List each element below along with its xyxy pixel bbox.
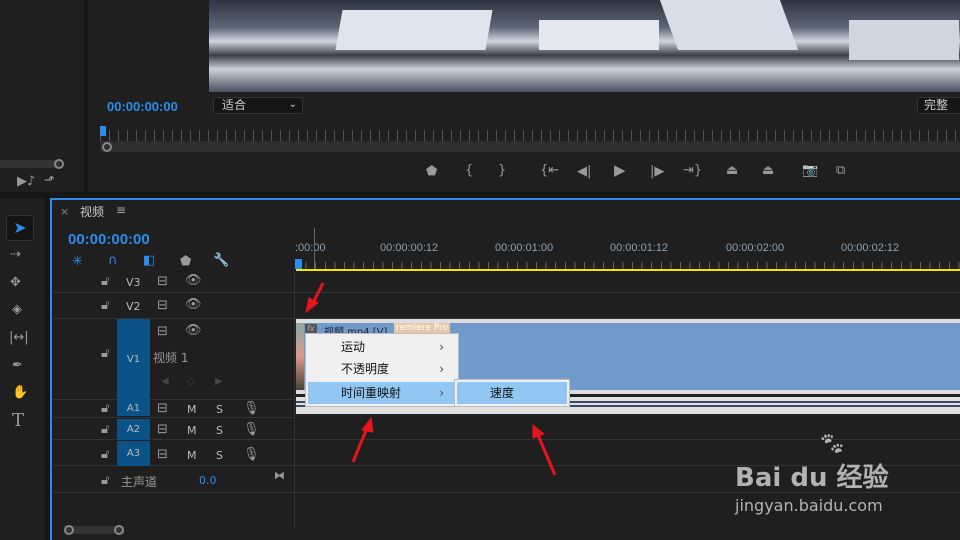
arrow-annotation bbox=[351, 427, 369, 463]
watermark-paw-icon: 🐾︎ bbox=[818, 432, 846, 457]
arrow-annotation bbox=[536, 434, 557, 476]
baidu-watermark: 🐾︎ Bai du 经验 jingyan.baidu.com bbox=[735, 432, 889, 515]
